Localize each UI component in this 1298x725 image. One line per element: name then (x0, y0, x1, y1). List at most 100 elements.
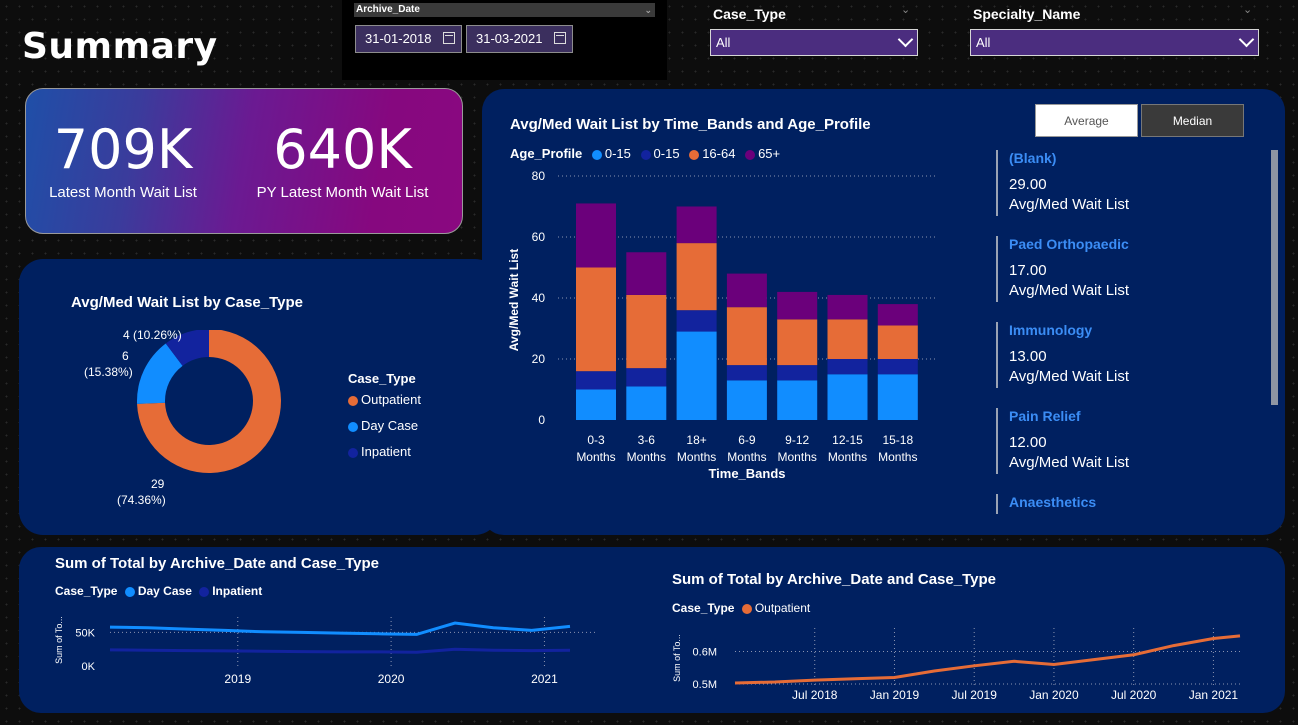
bar-segment[interactable] (877, 304, 918, 326)
bar-segment[interactable] (576, 267, 616, 372)
bar-segment[interactable] (676, 243, 717, 311)
line-right-legend: Case_Type Outpatient (672, 601, 810, 615)
case-type-value: All (716, 35, 731, 50)
bar-segment[interactable] (626, 252, 667, 295)
bar-segment[interactable] (827, 294, 868, 320)
y-tick-label: 80 (532, 169, 546, 183)
page-title: Summary (22, 26, 218, 67)
bar-segment[interactable] (827, 374, 868, 420)
legend-item-daycase[interactable]: Day Case (124, 584, 192, 598)
specialty-card[interactable]: Anaesthetics (996, 494, 1236, 514)
line-chart-left[interactable]: Sum of To... 50K 0K 2019 2020 2021 (50, 605, 610, 690)
bar-segment[interactable] (676, 206, 717, 244)
bar-segment[interactable] (877, 325, 918, 359)
x-tick-label: 2019 (224, 672, 251, 686)
bar-segment[interactable] (777, 291, 818, 320)
chevron-down-icon[interactable] (1238, 31, 1255, 48)
legend-item-16-64[interactable]: 16-64 (689, 146, 735, 161)
average-button[interactable]: Average (1035, 104, 1138, 137)
specialty-metric-label: Avg/Med Wait List (1009, 368, 1130, 385)
specialty-dropdown[interactable]: All (970, 29, 1259, 56)
legend-dot (640, 149, 651, 160)
specialty-slicer-label: Specialty_Name (973, 6, 1081, 22)
legend-item-65[interactable]: 65+ (745, 146, 780, 161)
legend-label: Day Case (361, 418, 419, 433)
x-tick-label: 9-12 (785, 433, 809, 447)
specialty-card[interactable]: Immunology 13.00 Avg/Med Wait List (996, 322, 1236, 388)
specialty-card[interactable]: Pain Relief 12.00 Avg/Med Wait List (996, 408, 1236, 474)
bar-segment[interactable] (877, 374, 918, 420)
legend-item-daycase[interactable]: Day Case (348, 418, 418, 433)
x-tick-label: 3-6 (638, 433, 656, 447)
donut-chart[interactable] (120, 330, 300, 510)
specialty-value: 17.00 (1009, 262, 1047, 279)
legend-item-0-15-b[interactable]: 0-15 (640, 146, 680, 161)
bar-chart-title: Avg/Med Wait List by Time_Bands and Age_… (510, 116, 871, 133)
legend-item-inpatient[interactable]: Inpatient (348, 444, 411, 459)
bar-segment[interactable] (827, 359, 868, 375)
legend-label: 0-15 (653, 146, 680, 161)
legend-label: 0-15 (604, 146, 631, 161)
line-right-legend-title: Case_Type (672, 601, 735, 615)
bar-segment[interactable] (726, 365, 767, 381)
x-tick-label: Months (627, 450, 666, 464)
line-right-y-label: Sum of To... (672, 634, 682, 682)
legend-label: Inpatient (212, 584, 263, 598)
bar-segment[interactable] (777, 380, 818, 420)
bar-segment[interactable] (877, 359, 918, 375)
end-date-input[interactable]: 31-03-2021 (466, 25, 573, 53)
calendar-icon[interactable] (554, 32, 566, 44)
bar-segment[interactable] (676, 310, 717, 332)
line-series-inpatient[interactable] (109, 647, 571, 654)
calendar-icon[interactable] (443, 32, 455, 44)
x-tick-label: Months (878, 450, 917, 464)
bar-segment[interactable] (576, 203, 616, 268)
legend-item-outpatient[interactable]: Outpatient (741, 601, 810, 615)
bar-segment[interactable] (626, 368, 667, 387)
scrollbar[interactable] (1271, 150, 1278, 405)
end-date-value: 31-03-2021 (476, 31, 543, 46)
bar-segment[interactable] (726, 380, 767, 420)
x-tick-label: Months (778, 450, 817, 464)
legend-item-outpatient[interactable]: Outpatient (348, 392, 421, 407)
archive-date-label[interactable]: Archive_Date ⌄ (354, 3, 655, 17)
bar-x-axis-label: Time_Bands (708, 466, 785, 481)
y-tick-label: 0 (538, 413, 545, 427)
x-tick-label: Jan 2020 (1029, 688, 1079, 702)
bar-segment[interactable] (626, 386, 667, 420)
bar-segment[interactable] (576, 371, 616, 390)
donut-legend-title: Case_Type (348, 371, 416, 386)
x-tick-label: Jul 2020 (1111, 688, 1157, 702)
line-left-legend: Case_Type Day Case Inpatient (55, 584, 262, 598)
bar-segment[interactable] (827, 319, 868, 359)
specialty-card[interactable]: (Blank) 29.00 Avg/Med Wait List (996, 150, 1236, 216)
bar-segment[interactable] (576, 389, 616, 421)
median-button[interactable]: Median (1141, 104, 1244, 137)
chevron-down-icon[interactable]: ⌄ (1243, 3, 1252, 16)
bar-segment[interactable] (777, 365, 818, 381)
specialty-value: 12.00 (1009, 434, 1047, 451)
chevron-down-icon[interactable]: ⌄ (901, 3, 910, 16)
legend-item-inpatient[interactable]: Inpatient (199, 584, 262, 598)
legend-dot (689, 149, 700, 160)
line-chart-right[interactable]: Sum of To... 0.6M 0.5M Jul 2018 Jan 2019 Jul… (668, 620, 1258, 705)
specialty-metric-label: Avg/Med Wait List (1009, 196, 1130, 213)
bar-segment[interactable] (726, 273, 767, 308)
bar-y-axis-label: Avg/Med Wait List (507, 249, 521, 351)
specialty-name: Paed Orthopaedic (1009, 236, 1129, 252)
legend-item-0-15[interactable]: 0-15 (591, 146, 631, 161)
start-date-input[interactable]: 31-01-2018 (355, 25, 462, 53)
chevron-down-icon[interactable]: ⌄ (644, 3, 652, 17)
line-series-outpatient[interactable] (734, 634, 1241, 685)
specialty-card[interactable]: Paed Orthopaedic 17.00 Avg/Med Wait List (996, 236, 1236, 302)
bar-segment[interactable] (676, 331, 717, 420)
stacked-bar-chart[interactable]: Avg/Med Wait List Time_Bands 0 20 40 60 80 0-… (500, 160, 950, 490)
bar-segment[interactable] (726, 307, 767, 366)
x-tick-label: 15-18 (882, 433, 913, 447)
chevron-down-icon[interactable] (897, 31, 914, 48)
legend-label: Inpatient (361, 444, 411, 459)
bar-segment[interactable] (777, 319, 818, 366)
bar-segment[interactable] (626, 294, 667, 369)
case-type-dropdown[interactable]: All (710, 29, 918, 56)
donut-label-outpatient-pct: (74.36%) (117, 493, 166, 507)
